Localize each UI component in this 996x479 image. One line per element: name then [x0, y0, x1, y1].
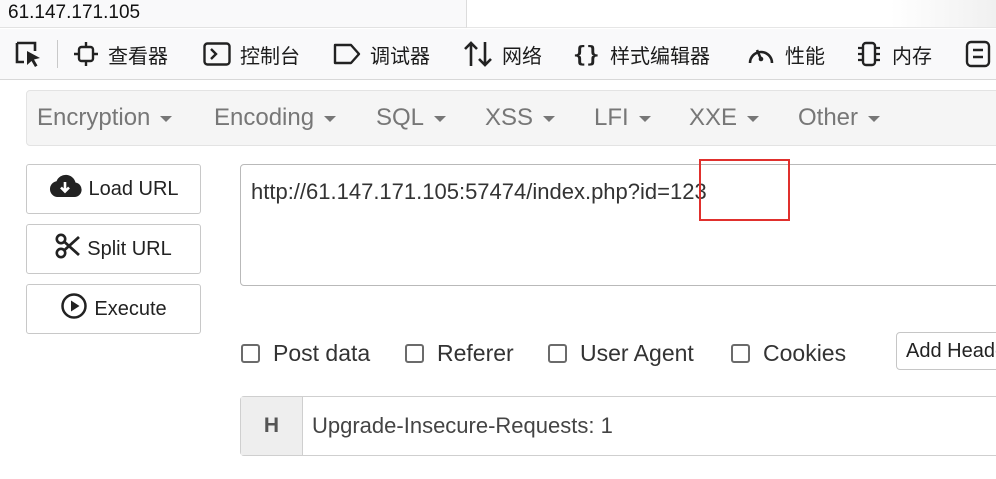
toolbar-divider	[57, 40, 58, 68]
storage-icon	[964, 40, 992, 68]
tab-console-label: 控制台	[240, 43, 300, 68]
url-text: http://61.147.171.105:57474/index.php?id…	[251, 179, 707, 204]
menu-xxe[interactable]: XXE	[689, 91, 760, 145]
tab-memory-label: 内存	[892, 43, 932, 68]
tab-inspector[interactable]: 查看器	[73, 29, 168, 79]
menu-xxe-label: XXE	[689, 104, 738, 131]
menu-sql-label: SQL	[376, 104, 425, 131]
cookies-label: Cookies	[763, 339, 847, 366]
menu-lfi[interactable]: LFI	[594, 91, 651, 145]
caret-down-icon	[324, 116, 337, 122]
caret-down-icon	[638, 116, 651, 122]
split-url-label: Split URL	[87, 237, 172, 260]
header-value[interactable]: Upgrade-Insecure-Requests: 1	[312, 413, 613, 439]
tab-performance[interactable]: 性能	[746, 29, 825, 79]
menu-other-label: Other	[798, 104, 859, 131]
execute-button[interactable]: Execute	[26, 284, 201, 334]
menu-lfi-label: LFI	[594, 104, 629, 131]
menu-encryption-label: Encryption	[37, 104, 151, 131]
checkbox-square[interactable]	[241, 343, 260, 363]
tab-console[interactable]: 控制台	[203, 29, 300, 79]
menu-encoding[interactable]: Encoding	[214, 91, 337, 145]
post-data-checkbox[interactable]: Post data	[241, 338, 370, 368]
address-host: 61.147.171.105	[8, 2, 141, 23]
hackbar-menu: Encryption Encoding SQL XSS LFI XXE Othe…	[26, 90, 996, 146]
checkbox-square[interactable]	[548, 343, 567, 363]
caret-down-icon	[747, 116, 760, 122]
header-badge[interactable]: H	[241, 397, 303, 455]
tab-network[interactable]: 网络	[463, 29, 542, 79]
cloud-download-icon	[48, 173, 83, 205]
add-header-button[interactable]: Add Header	[896, 332, 996, 370]
menu-xss-label: XSS	[485, 104, 534, 131]
debugger-icon	[333, 42, 361, 66]
menu-encryption[interactable]: Encryption	[37, 91, 173, 145]
scissors-icon	[55, 233, 81, 265]
menu-other[interactable]: Other	[798, 91, 881, 145]
memory-icon	[855, 40, 883, 68]
tab-memory[interactable]: 内存	[855, 29, 932, 79]
url-textarea[interactable]: http://61.147.171.105:57474/index.php?id…	[240, 164, 996, 286]
user-agent-checkbox[interactable]: User Agent	[548, 338, 694, 368]
inspector-icon	[73, 41, 99, 67]
header-row: H Upgrade-Insecure-Requests: 1	[240, 396, 996, 456]
performance-icon	[746, 40, 776, 68]
menu-xss[interactable]: XSS	[485, 91, 556, 145]
referer-label: Referer	[437, 339, 514, 366]
cookies-checkbox[interactable]: Cookies	[731, 338, 846, 368]
element-picker-icon	[13, 40, 43, 68]
caret-down-icon	[543, 116, 556, 122]
style-editor-icon: {}	[573, 40, 601, 68]
add-header-label: Add Header	[906, 340, 996, 362]
element-picker-button[interactable]	[13, 29, 43, 79]
tab-style-editor-label: 样式编辑器	[610, 43, 710, 68]
title-strip-empty	[467, 0, 996, 28]
checkbox-square[interactable]	[731, 343, 750, 363]
post-data-label: Post data	[273, 339, 371, 366]
split-url-button[interactable]: Split URL	[26, 224, 201, 274]
checkbox-square[interactable]	[405, 343, 424, 363]
menu-encoding-label: Encoding	[214, 104, 315, 131]
tab-style-editor[interactable]: {} 样式编辑器	[573, 29, 710, 79]
devtools-toolbar: 查看器 控制台 调试器 网络 {} 样式编辑器 性能 内存	[0, 29, 996, 80]
network-icon	[463, 40, 493, 68]
load-url-label: Load URL	[88, 177, 179, 200]
menu-sql[interactable]: SQL	[376, 91, 447, 145]
tab-storage[interactable]	[964, 29, 992, 79]
tab-debugger-label: 调试器	[370, 43, 430, 68]
tab-debugger[interactable]: 调试器	[333, 29, 430, 79]
tab-network-label: 网络	[502, 43, 542, 68]
execute-label: Execute	[94, 297, 167, 320]
address-tab[interactable]: 61.147.171.105	[0, 0, 467, 28]
console-icon	[203, 42, 231, 66]
tab-performance-label: 性能	[785, 43, 825, 68]
tab-inspector-label: 查看器	[108, 43, 168, 68]
annotation-highlight-box	[699, 159, 790, 221]
address-strip: 61.147.171.105	[0, 0, 996, 28]
svg-text:{}: {}	[573, 43, 600, 68]
user-agent-label: User Agent	[580, 339, 694, 366]
play-circle-icon	[60, 292, 88, 326]
caret-down-icon	[868, 116, 881, 122]
caret-down-icon	[434, 116, 447, 122]
referer-checkbox[interactable]: Referer	[405, 338, 514, 368]
load-url-button[interactable]: Load URL	[26, 164, 201, 214]
caret-down-icon	[160, 116, 173, 122]
